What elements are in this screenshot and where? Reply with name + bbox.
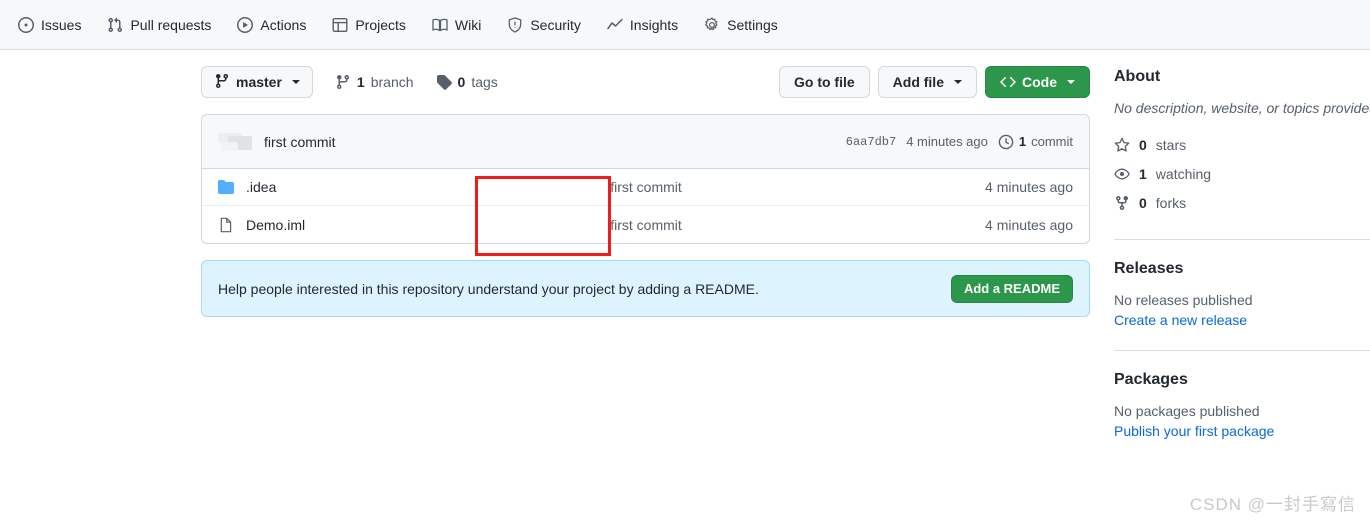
commit-count-label: commit: [1031, 134, 1073, 149]
page-content: master 1 branch 0 tags Go to file Add fi…: [0, 50, 1370, 439]
commit-count-value: 1: [1018, 134, 1027, 149]
sidebar-divider-releases: [1114, 239, 1370, 240]
file-icon: [218, 217, 234, 233]
chevron-down-icon: [954, 80, 962, 84]
releases-empty-text: No releases published: [1114, 292, 1253, 308]
add-file-label: Add file: [892, 74, 944, 90]
git-branch-icon: [335, 74, 351, 90]
commit-time: 4 minutes ago: [906, 134, 988, 149]
code-button-label: Code: [1022, 74, 1057, 90]
watching-label: watching: [1155, 165, 1212, 182]
watching-count: 1: [1139, 165, 1147, 182]
forks-label: forks: [1155, 194, 1187, 211]
branch-name-label: master: [236, 74, 282, 90]
avatar: [218, 131, 254, 153]
book-icon: [432, 17, 448, 33]
nav-item-label: Wiki: [454, 16, 482, 33]
tag-count-value: 0: [457, 74, 466, 90]
add-readme-button[interactable]: Add a README: [950, 274, 1073, 303]
packages-empty-text: No packages published: [1114, 403, 1260, 419]
code-icon: [1000, 74, 1016, 90]
forks-count: 0: [1139, 194, 1147, 211]
branch-count-link[interactable]: 1 branch: [335, 74, 414, 90]
table-row[interactable]: .idea first commit 4 minutes ago: [202, 169, 1089, 206]
nav-item-insights[interactable]: Insights: [597, 11, 688, 39]
repo-action-buttons: Go to file Add file Code: [778, 66, 1090, 98]
file-name[interactable]: .idea: [246, 179, 481, 195]
file-commit-time: 4 minutes ago: [985, 179, 1073, 195]
nav-item-label: Security: [530, 16, 581, 33]
issue-opened-icon: [18, 16, 34, 33]
nav-item-label: Insights: [629, 16, 679, 33]
nav-item-security[interactable]: Security: [497, 11, 591, 39]
tag-count-link[interactable]: 0 tags: [436, 74, 498, 90]
stars-link[interactable]: 0 stars: [1114, 130, 1370, 159]
latest-commit-bar: first commit 6aa7db7 4 minutes ago 1 com…: [202, 115, 1089, 169]
nav-item-issues[interactable]: Issues: [8, 11, 91, 39]
repo-sidebar: About No description, website, or topics…: [1114, 66, 1370, 439]
table-row[interactable]: Demo.iml first commit 4 minutes ago: [202, 206, 1089, 243]
nav-item-actions[interactable]: Actions: [227, 11, 316, 39]
file-commit-time: 4 minutes ago: [985, 216, 1073, 233]
file-commit-message[interactable]: first commit: [481, 179, 811, 195]
star-icon: [1114, 137, 1130, 153]
branch-count-label: branch: [370, 74, 414, 90]
chevron-down-icon: [291, 80, 300, 84]
nav-item-settings[interactable]: Settings: [694, 11, 788, 39]
stars-label: stars: [1155, 136, 1187, 153]
create-release-link[interactable]: Create a new release: [1114, 312, 1370, 328]
branch-bar: master 1 branch 0 tags Go to file Add fi…: [201, 66, 1090, 98]
add-file-button[interactable]: Add file: [877, 66, 977, 98]
repo-forked-icon: [1114, 195, 1130, 211]
nav-item-label: Pull requests: [130, 16, 212, 33]
file-listing-box: first commit 6aa7db7 4 minutes ago 1 com…: [201, 114, 1090, 244]
latest-commit-message[interactable]: first commit: [264, 134, 336, 150]
nav-item-wiki[interactable]: Wiki: [422, 11, 491, 39]
history-icon: [998, 134, 1014, 150]
git-branch-icon: [214, 73, 230, 92]
readme-suggestion-banner: Help people interested in this repositor…: [201, 260, 1090, 317]
gear-icon: [704, 16, 720, 33]
watermark: CSDN @一封手寫信: [1189, 495, 1356, 514]
latest-commit-meta: 6aa7db7 4 minutes ago 1 commit: [846, 134, 1073, 150]
branch-count-value: 1: [356, 74, 365, 90]
nav-item-label: Issues: [41, 16, 82, 33]
forks-link[interactable]: 0 forks: [1114, 188, 1370, 217]
packages-heading: Packages: [1114, 371, 1188, 388]
play-icon: [237, 16, 254, 33]
sidebar-divider-packages: [1114, 350, 1370, 351]
nav-item-label: Projects: [355, 16, 406, 33]
shield-icon: [507, 16, 523, 33]
nav-item-label: Settings: [727, 16, 778, 33]
go-to-file-label: Go to file: [793, 74, 855, 90]
commit-count-link[interactable]: 1 commit: [998, 134, 1073, 150]
commit-sha[interactable]: 6aa7db7: [846, 135, 896, 149]
code-button[interactable]: Code: [985, 66, 1090, 98]
table-icon: [332, 17, 348, 33]
file-commit-message[interactable]: first commit: [481, 217, 811, 233]
chevron-down-icon: [1067, 80, 1075, 84]
folder-icon: [218, 179, 234, 195]
go-to-file-button[interactable]: Go to file: [778, 66, 870, 98]
nav-item-label: Actions: [260, 16, 307, 33]
publish-package-link[interactable]: Publish your first package: [1114, 423, 1370, 439]
nav-item-pull-requests[interactable]: Pull requests: [97, 11, 221, 39]
about-description: No description, website, or topics provi…: [1114, 100, 1370, 116]
graph-icon: [607, 17, 623, 33]
git-pull-request-icon: [107, 17, 123, 33]
about-heading: About: [1114, 68, 1161, 85]
main-column: master 1 branch 0 tags Go to file Add fi…: [201, 66, 1090, 439]
stars-count: 0: [1139, 136, 1147, 153]
tag-count-label: tags: [471, 74, 498, 90]
file-name[interactable]: Demo.iml: [246, 217, 481, 233]
releases-heading: Releases: [1114, 260, 1184, 277]
branch-selector-button[interactable]: master: [201, 66, 313, 98]
repo-nav-bar: Issues Pull requests Actions Projects Wi…: [0, 0, 1370, 50]
nav-item-projects[interactable]: Projects: [322, 11, 416, 39]
readme-banner-text: Help people interested in this repositor…: [218, 280, 759, 297]
watching-link[interactable]: 1 watching: [1114, 159, 1370, 188]
tag-icon: [436, 74, 452, 90]
eye-icon: [1114, 166, 1130, 182]
